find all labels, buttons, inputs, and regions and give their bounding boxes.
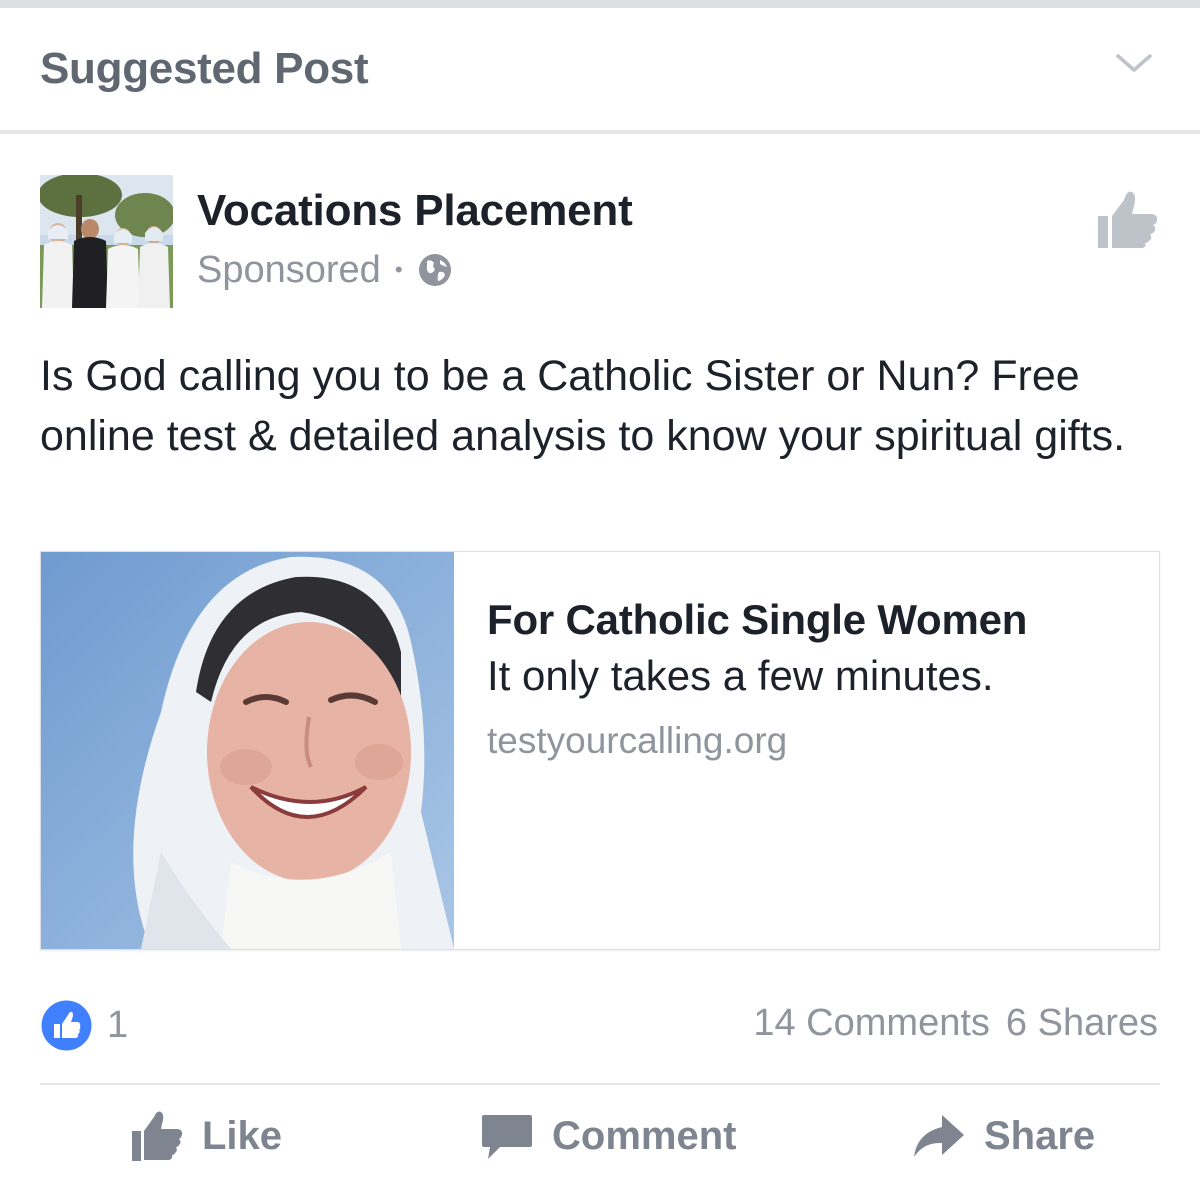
shares-count[interactable]: 6 Shares xyxy=(1006,1002,1158,1045)
like-reaction-icon xyxy=(41,1000,92,1050)
link-card[interactable]: For Catholic Single Women It only takes … xyxy=(40,551,1160,950)
suggested-post-title: Suggested Post xyxy=(40,44,369,93)
like-count: 1 xyxy=(107,1003,129,1046)
card-title[interactable]: For Catholic Single Women xyxy=(487,596,1027,644)
chevron-down-icon[interactable] xyxy=(1114,48,1154,78)
share-button[interactable]: Share xyxy=(912,1106,1095,1166)
header-divider xyxy=(0,130,1200,134)
meta-separator: • xyxy=(394,257,403,282)
post-meta: Sponsored • xyxy=(197,246,453,294)
nun-portrait-image xyxy=(41,552,454,949)
post-text: Is God calling you to be a Catholic Sist… xyxy=(40,352,1126,460)
engagement-counts: 14 Comments 6 Shares xyxy=(753,1002,1158,1045)
page-name[interactable]: Vocations Placement xyxy=(197,186,633,236)
actions-divider xyxy=(40,1083,1160,1085)
card-domain: testyourcalling.org xyxy=(487,720,788,761)
comment-button[interactable]: Comment xyxy=(480,1106,736,1166)
top-strip xyxy=(0,0,1200,8)
suggested-post-header: Suggested Post xyxy=(0,8,1200,130)
comment-label: Comment xyxy=(552,1113,737,1158)
avatar-image xyxy=(40,175,173,308)
like-page-thumbs-up-icon[interactable] xyxy=(1094,186,1160,252)
card-description: It only takes a few minutes. xyxy=(487,652,994,699)
share-label: Share xyxy=(984,1113,1096,1158)
share-arrow-icon xyxy=(914,1115,964,1157)
reactions-summary[interactable]: 1 xyxy=(40,1000,128,1050)
thumbs-up-icon xyxy=(132,1111,183,1161)
like-button[interactable]: Like xyxy=(130,1106,282,1166)
page-avatar[interactable] xyxy=(40,175,173,308)
like-label: Like xyxy=(202,1113,283,1158)
globe-icon xyxy=(418,254,451,286)
comments-count[interactable]: 14 Comments xyxy=(753,1002,990,1045)
card-image[interactable] xyxy=(41,552,454,949)
sponsored-label[interactable]: Sponsored xyxy=(197,249,381,292)
comment-icon xyxy=(482,1115,532,1159)
